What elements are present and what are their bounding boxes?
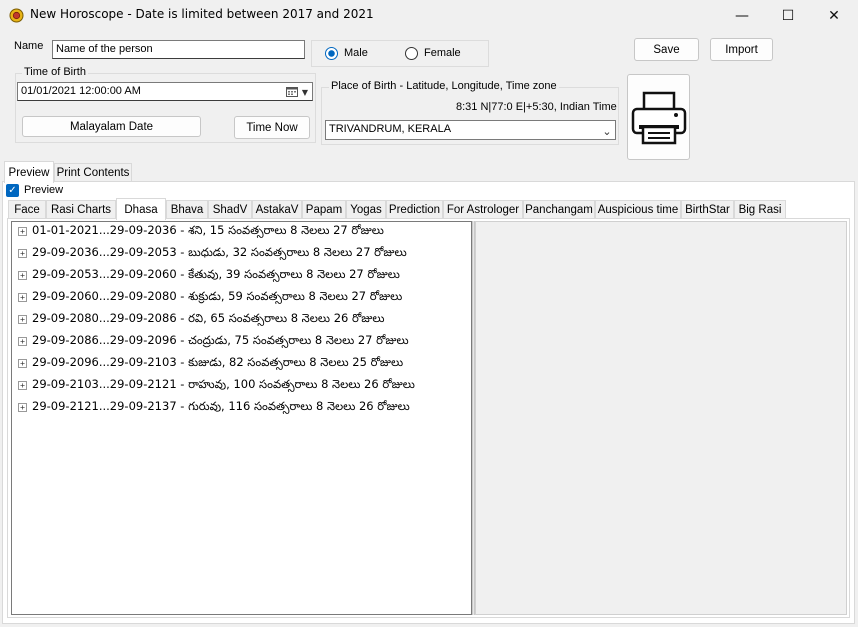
birth-datetime-picker[interactable]: 01/01/2021 12:00:00 AM — [17, 82, 313, 101]
time-now-button[interactable]: Time Now — [234, 116, 310, 139]
import-button[interactable]: Import — [710, 38, 773, 61]
dhasa-period-text: 01-01-2021...29-09-2036 - శని, 15 సంవత్స… — [32, 222, 384, 237]
printer-icon — [631, 91, 686, 145]
window-title: New Horoscope - Date is limited between … — [30, 7, 374, 21]
detail-pane — [475, 221, 847, 615]
expand-icon[interactable]: + — [18, 358, 27, 368]
dhasa-period-text: 29-09-2036...29-09-2053 - బుధుడు, 32 సంవ… — [32, 244, 407, 259]
dhasa-period-text: 29-09-2086...29-09-2096 - చంద్రుడు, 75 స… — [32, 332, 409, 347]
inner-tab-strip: Face Rasi Charts Dhasa Bhava ShadV Astak… — [8, 198, 848, 220]
tree-row[interactable]: +29-09-2053...29-09-2060 - కేతువు, 39 సం… — [18, 264, 400, 286]
coordinates-text: 8:31 N|77:0 E|+5:30, Indian Time — [456, 101, 617, 113]
save-button[interactable]: Save — [634, 38, 699, 61]
dhasa-period-text: 29-09-2060...29-09-2080 - శుక్రుడు, 59 స… — [32, 288, 403, 303]
dhasa-period-text: 29-09-2096...29-09-2103 - కుజుడు, 82 సంవ… — [32, 354, 404, 369]
expand-icon[interactable]: + — [18, 292, 27, 302]
tab-dhasa[interactable]: Dhasa — [116, 198, 166, 220]
place-combobox[interactable]: TRIVANDRUM, KERALA — [325, 120, 616, 140]
close-button[interactable]: ✕ — [811, 0, 857, 31]
expand-icon[interactable]: + — [18, 314, 27, 324]
tree-row[interactable]: +29-09-2060...29-09-2080 - శుక్రుడు, 59 … — [18, 286, 402, 308]
print-button[interactable] — [627, 74, 690, 160]
expand-icon[interactable]: + — [18, 270, 27, 280]
tree-row[interactable]: +29-09-2121...29-09-2137 - గురువు, 116 స… — [18, 396, 410, 418]
tab-preview[interactable]: Preview — [4, 161, 54, 183]
expand-icon[interactable]: + — [18, 248, 27, 258]
tree-row[interactable]: +29-09-2036...29-09-2053 - బుధుడు, 32 సం… — [18, 242, 407, 264]
maximize-button[interactable]: ☐ — [765, 0, 811, 31]
tab-birthstar[interactable]: BirthStar — [681, 200, 734, 219]
time-of-birth-title: Time of Birth — [22, 66, 88, 78]
tab-panchangam[interactable]: Panchangam — [523, 200, 595, 219]
place-of-birth-title: Place of Birth - Latitude, Longitude, Ti… — [329, 80, 559, 92]
tab-rasi-charts[interactable]: Rasi Charts — [46, 200, 116, 219]
male-label: Male — [344, 47, 368, 59]
tab-print-contents[interactable]: Print Contents — [54, 163, 132, 182]
preview-checkbox-label: Preview — [24, 184, 64, 196]
minimize-button[interactable]: — — [719, 0, 765, 31]
chevron-down-icon[interactable]: ⌄ — [600, 124, 614, 138]
title-bar: New Horoscope - Date is limited between … — [0, 0, 858, 31]
tree-row[interactable]: +29-09-2103...29-09-2121 - రాహువు, 100 స… — [18, 374, 415, 396]
tab-for-astrologer[interactable]: For Astrologer — [443, 200, 523, 219]
tab-yogas[interactable]: Yogas — [346, 200, 386, 219]
sun-icon — [9, 8, 24, 23]
tab-astakav[interactable]: AstakaV — [252, 200, 302, 219]
tab-big-rasi[interactable]: Big Rasi — [734, 200, 786, 219]
tree-row[interactable]: +29-09-2080...29-09-2086 - రవి, 65 సంవత్… — [18, 308, 384, 330]
tab-papam[interactable]: Papam — [302, 200, 346, 219]
dhasa-period-text: 29-09-2053...29-09-2060 - కేతువు, 39 సంవ… — [32, 266, 400, 281]
tab-auspicious-time[interactable]: Auspicious time — [595, 200, 681, 219]
female-radio[interactable] — [405, 47, 418, 60]
tab-face[interactable]: Face — [8, 200, 46, 219]
expand-icon[interactable]: + — [18, 226, 27, 236]
expand-icon[interactable]: + — [18, 380, 27, 390]
name-input[interactable]: Name of the person — [52, 40, 305, 59]
male-radio[interactable] — [325, 47, 338, 60]
dhasa-period-text: 29-09-2121...29-09-2137 - గురువు, 116 సం… — [32, 398, 410, 413]
chevron-down-icon[interactable]: ▼ — [298, 85, 312, 99]
dhasa-period-text: 29-09-2103...29-09-2121 - రాహువు, 100 సం… — [32, 376, 415, 391]
preview-checkbox[interactable]: ✓ — [6, 184, 19, 197]
expand-icon[interactable]: + — [18, 402, 27, 412]
calendar-icon[interactable] — [286, 86, 298, 97]
expand-icon[interactable]: + — [18, 336, 27, 346]
tab-bhava[interactable]: Bhava — [166, 200, 208, 219]
tab-shadv[interactable]: ShadV — [208, 200, 252, 219]
tab-prediction[interactable]: Prediction — [386, 200, 443, 219]
outer-tab-strip: Preview Print Contents — [4, 161, 204, 183]
dhasa-period-text: 29-09-2080...29-09-2086 - రవి, 65 సంవత్స… — [32, 310, 385, 325]
female-label: Female — [424, 47, 461, 59]
tree-row[interactable]: +01-01-2021...29-09-2036 - శని, 15 సంవత్… — [18, 220, 384, 242]
tree-row[interactable]: +29-09-2096...29-09-2103 - కుజుడు, 82 సం… — [18, 352, 403, 374]
name-label: Name — [14, 40, 44, 52]
malayalam-date-button[interactable]: Malayalam Date — [22, 116, 201, 137]
tree-row[interactable]: +29-09-2086...29-09-2096 - చంద్రుడు, 75 … — [18, 330, 409, 352]
